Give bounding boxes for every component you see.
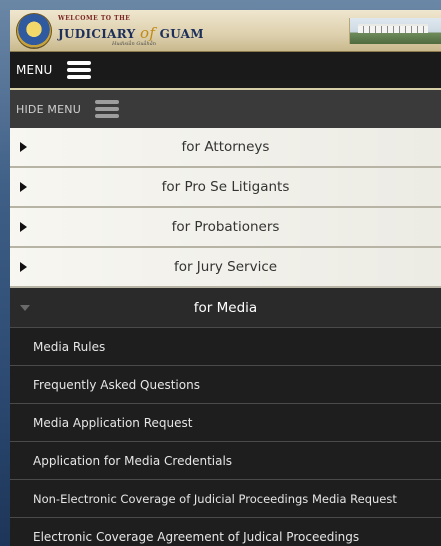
media-link[interactable]: Non-Electronic Coverage of Judicial Proc… bbox=[10, 480, 441, 518]
section-jury-service[interactable]: for Jury Service bbox=[10, 248, 441, 288]
media-link[interactable]: Application for Media Credentials bbox=[10, 442, 441, 480]
welcome-text: WELCOME TO THE bbox=[58, 15, 131, 22]
section-label: for Jury Service bbox=[173, 259, 278, 275]
menu-toggle-bar[interactable]: MENU bbox=[10, 52, 441, 90]
media-link[interactable]: Media Rules bbox=[10, 328, 441, 366]
caret-right-icon bbox=[20, 182, 27, 192]
caret-right-icon bbox=[20, 222, 27, 232]
section-media[interactable]: for Media bbox=[10, 288, 441, 328]
hamburger-line bbox=[66, 75, 91, 79]
hamburger-line bbox=[94, 114, 119, 118]
hide-menu-label: HIDE MENU bbox=[16, 102, 81, 116]
section-pro-se-litigants[interactable]: for Pro Se Litigants bbox=[10, 168, 441, 208]
hamburger-line bbox=[94, 100, 119, 104]
site-header: WELCOME TO THE JUDICIARY of GUAM Hudisiå… bbox=[10, 10, 441, 52]
brand-left: JUDICIARY bbox=[58, 27, 136, 41]
judiciary-seal-logo[interactable] bbox=[16, 13, 52, 49]
media-link[interactable]: Media Application Request bbox=[10, 404, 441, 442]
menu-label: MENU bbox=[16, 63, 53, 77]
caret-right-icon bbox=[20, 142, 27, 152]
section-label: for Media bbox=[193, 299, 258, 316]
media-link[interactable]: Electronic Coverage Agreement of Judical… bbox=[10, 518, 441, 546]
hamburger-icon[interactable] bbox=[66, 61, 91, 79]
hamburger-line bbox=[94, 107, 119, 111]
brand-amp: of bbox=[140, 24, 156, 42]
hide-menu-icon[interactable] bbox=[94, 100, 119, 118]
hamburger-line bbox=[66, 68, 91, 72]
section-attorneys[interactable]: for Attorneys bbox=[10, 128, 441, 168]
caret-right-icon bbox=[20, 262, 27, 272]
courthouse-building-shape bbox=[358, 24, 428, 33]
media-link[interactable]: Frequently Asked Questions bbox=[10, 366, 441, 404]
mobile-site-frame: WELCOME TO THE JUDICIARY of GUAM Hudisiå… bbox=[10, 10, 441, 546]
courthouse-image bbox=[349, 18, 441, 44]
section-label: for Pro Se Litigants bbox=[161, 179, 290, 195]
brand-right: GUAM bbox=[159, 27, 204, 41]
caret-down-icon bbox=[20, 304, 30, 311]
hide-menu-bar[interactable]: HIDE MENU bbox=[10, 90, 441, 128]
site-brand[interactable]: JUDICIARY of GUAM bbox=[58, 24, 204, 42]
section-probationers[interactable]: for Probationers bbox=[10, 208, 441, 248]
media-submenu: Media Rules Frequently Asked Questions M… bbox=[10, 328, 441, 546]
section-label: for Probationers bbox=[171, 219, 280, 235]
section-label: for Attorneys bbox=[181, 139, 270, 155]
hamburger-line bbox=[66, 61, 91, 65]
brand-subtitle: Hudisiån Guåhån bbox=[112, 41, 156, 47]
